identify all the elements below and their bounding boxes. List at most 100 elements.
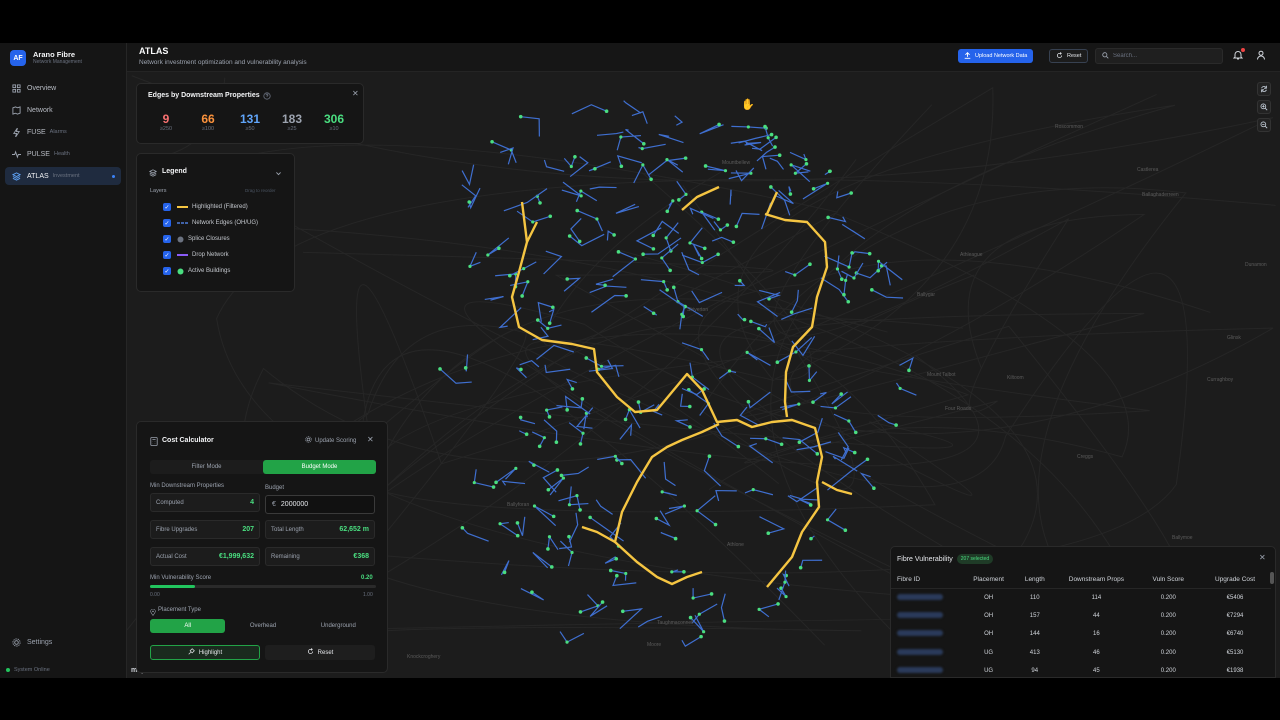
edge-stat-threshold: ≥100: [201, 126, 215, 132]
table-row[interactable]: OH 157 44 0.200 €7294: [891, 607, 1271, 626]
building-dot: [581, 431, 585, 435]
building-dot: [518, 415, 523, 420]
building-dot: [846, 299, 851, 304]
cell-placement: OH: [984, 631, 994, 638]
letterbox-top: [0, 0, 1280, 43]
layer-label: Highlighted (Filtered): [192, 204, 248, 210]
building-dot: [565, 277, 570, 281]
highlighted-route: [525, 221, 539, 243]
update-scoring-button[interactable]: Update Scoring: [305, 436, 356, 445]
highlight-icon: [188, 648, 195, 657]
network-edge: [516, 210, 551, 223]
col-upgrade-cost[interactable]: Upgrade Cost: [1199, 572, 1271, 589]
network-edge: [681, 636, 702, 647]
placement-all[interactable]: All: [150, 619, 226, 633]
building-dot: [670, 570, 674, 574]
zoom-out-button[interactable]: [1257, 118, 1271, 132]
edge-stat-threshold: ≥10: [329, 126, 339, 132]
checkbox-checked-icon[interactable]: ✓: [163, 219, 171, 227]
table-row[interactable]: OH 110 114 0.200 €5406: [891, 588, 1271, 607]
computed-value: 4: [250, 499, 254, 506]
reset-button[interactable]: Reset: [1049, 49, 1089, 63]
sidebar-item-overview[interactable]: Overview: [5, 79, 121, 97]
user-icon[interactable]: [1256, 50, 1266, 60]
settings-link[interactable]: Settings: [5, 635, 58, 649]
building-dot: [716, 252, 720, 257]
network-edge: [564, 395, 591, 415]
building-dot: [570, 387, 575, 391]
layer-item[interactable]: ✓ Active Buildings: [137, 263, 258, 279]
edge-stat-threshold: ≥25: [287, 126, 297, 132]
chevron-down-icon[interactable]: [275, 168, 282, 180]
checkbox-checked-icon[interactable]: ✓: [163, 203, 171, 211]
building-dot: [584, 356, 589, 360]
network-edge: [589, 601, 608, 617]
network-edge: [595, 499, 613, 515]
building-dot: [713, 522, 718, 527]
building-dot: [769, 185, 773, 189]
budget-input[interactable]: € 2000000: [265, 495, 375, 514]
building-dot: [619, 135, 623, 139]
building-dot: [623, 417, 628, 422]
table-row[interactable]: UG 94 45 0.200 €1938: [891, 662, 1271, 678]
network-edge: [800, 559, 823, 568]
checkbox-checked-icon[interactable]: ✓: [163, 251, 171, 259]
cell-placement: UG: [984, 668, 994, 675]
network-edge: [635, 227, 662, 250]
layer-item[interactable]: ✓ Network Edges (OH/UG): [137, 215, 258, 231]
sidebar-item-sub: Investment: [52, 173, 80, 179]
col-downstream[interactable]: Downstream Props: [1055, 572, 1138, 589]
zoom-in-button[interactable]: [1257, 100, 1271, 114]
close-icon[interactable]: ✕: [352, 89, 359, 98]
network-edge: [589, 186, 617, 190]
table-row[interactable]: UG 413 46 0.200 €5130: [891, 644, 1271, 663]
layer-item[interactable]: ✓ Highlighted (Filtered): [137, 199, 258, 215]
building-dot: [651, 233, 656, 238]
sidebar-item-network[interactable]: Network: [5, 101, 121, 119]
network-edge: [652, 220, 680, 236]
refresh-map-button[interactable]: [1257, 82, 1271, 96]
dashed-line-swatch-icon: [177, 222, 188, 224]
vulnerability-slider[interactable]: [150, 585, 376, 588]
col-length[interactable]: Length: [1014, 572, 1056, 589]
search-input[interactable]: [1113, 53, 1213, 59]
cost-reset-button[interactable]: Reset: [265, 645, 375, 660]
building-dot: [660, 256, 664, 260]
col-vuln-score[interactable]: Vuln Score: [1137, 572, 1200, 589]
brand-subtitle: Network Management: [33, 59, 82, 65]
help-icon[interactable]: [263, 91, 271, 103]
layer-item[interactable]: ✓ Splice Closures: [137, 231, 258, 247]
highlight-button[interactable]: Highlight: [150, 645, 260, 660]
checkbox-checked-icon[interactable]: ✓: [163, 235, 171, 243]
col-placement[interactable]: Placement: [962, 572, 1015, 589]
table-scrollbar[interactable]: [1270, 572, 1274, 584]
close-icon[interactable]: ✕: [1259, 553, 1266, 562]
building-dot: [547, 415, 552, 419]
network-edge: [543, 419, 558, 443]
placement-overhead[interactable]: Overhead: [225, 619, 300, 633]
sidebar-item-fuse[interactable]: FUSE Alarms: [5, 123, 121, 141]
building-dot: [783, 580, 787, 584]
building-dot: [681, 314, 686, 319]
network-edge: [705, 165, 726, 172]
checkbox-checked-icon[interactable]: ✓: [163, 267, 171, 275]
network-edge: [516, 516, 526, 536]
table-row[interactable]: OH 144 16 0.200 €6740: [891, 625, 1271, 644]
col-fibre-id[interactable]: Fibre ID: [891, 572, 963, 589]
close-icon[interactable]: ✕: [367, 435, 374, 444]
building-dot: [614, 556, 619, 561]
building-dot: [749, 319, 753, 324]
budget-mode-tab[interactable]: Budget Mode: [263, 460, 376, 474]
layer-item[interactable]: ✓ Drop Network: [137, 247, 258, 263]
search-box[interactable]: [1095, 48, 1223, 64]
filter-mode-tab[interactable]: Filter Mode: [150, 460, 263, 474]
placement-underground[interactable]: Underground: [301, 619, 376, 633]
network-edge: [543, 250, 563, 275]
building-dot: [774, 135, 778, 140]
placement-label: Placement Type: [158, 607, 201, 613]
sidebar-item-atlas[interactable]: ATLAS Investment: [5, 167, 121, 185]
network-edge: [826, 508, 846, 531]
sidebar-item-pulse[interactable]: PULSE Health: [5, 145, 121, 163]
building-dot: [734, 224, 739, 229]
upload-network-data-button[interactable]: Upload Network Data: [958, 49, 1034, 63]
